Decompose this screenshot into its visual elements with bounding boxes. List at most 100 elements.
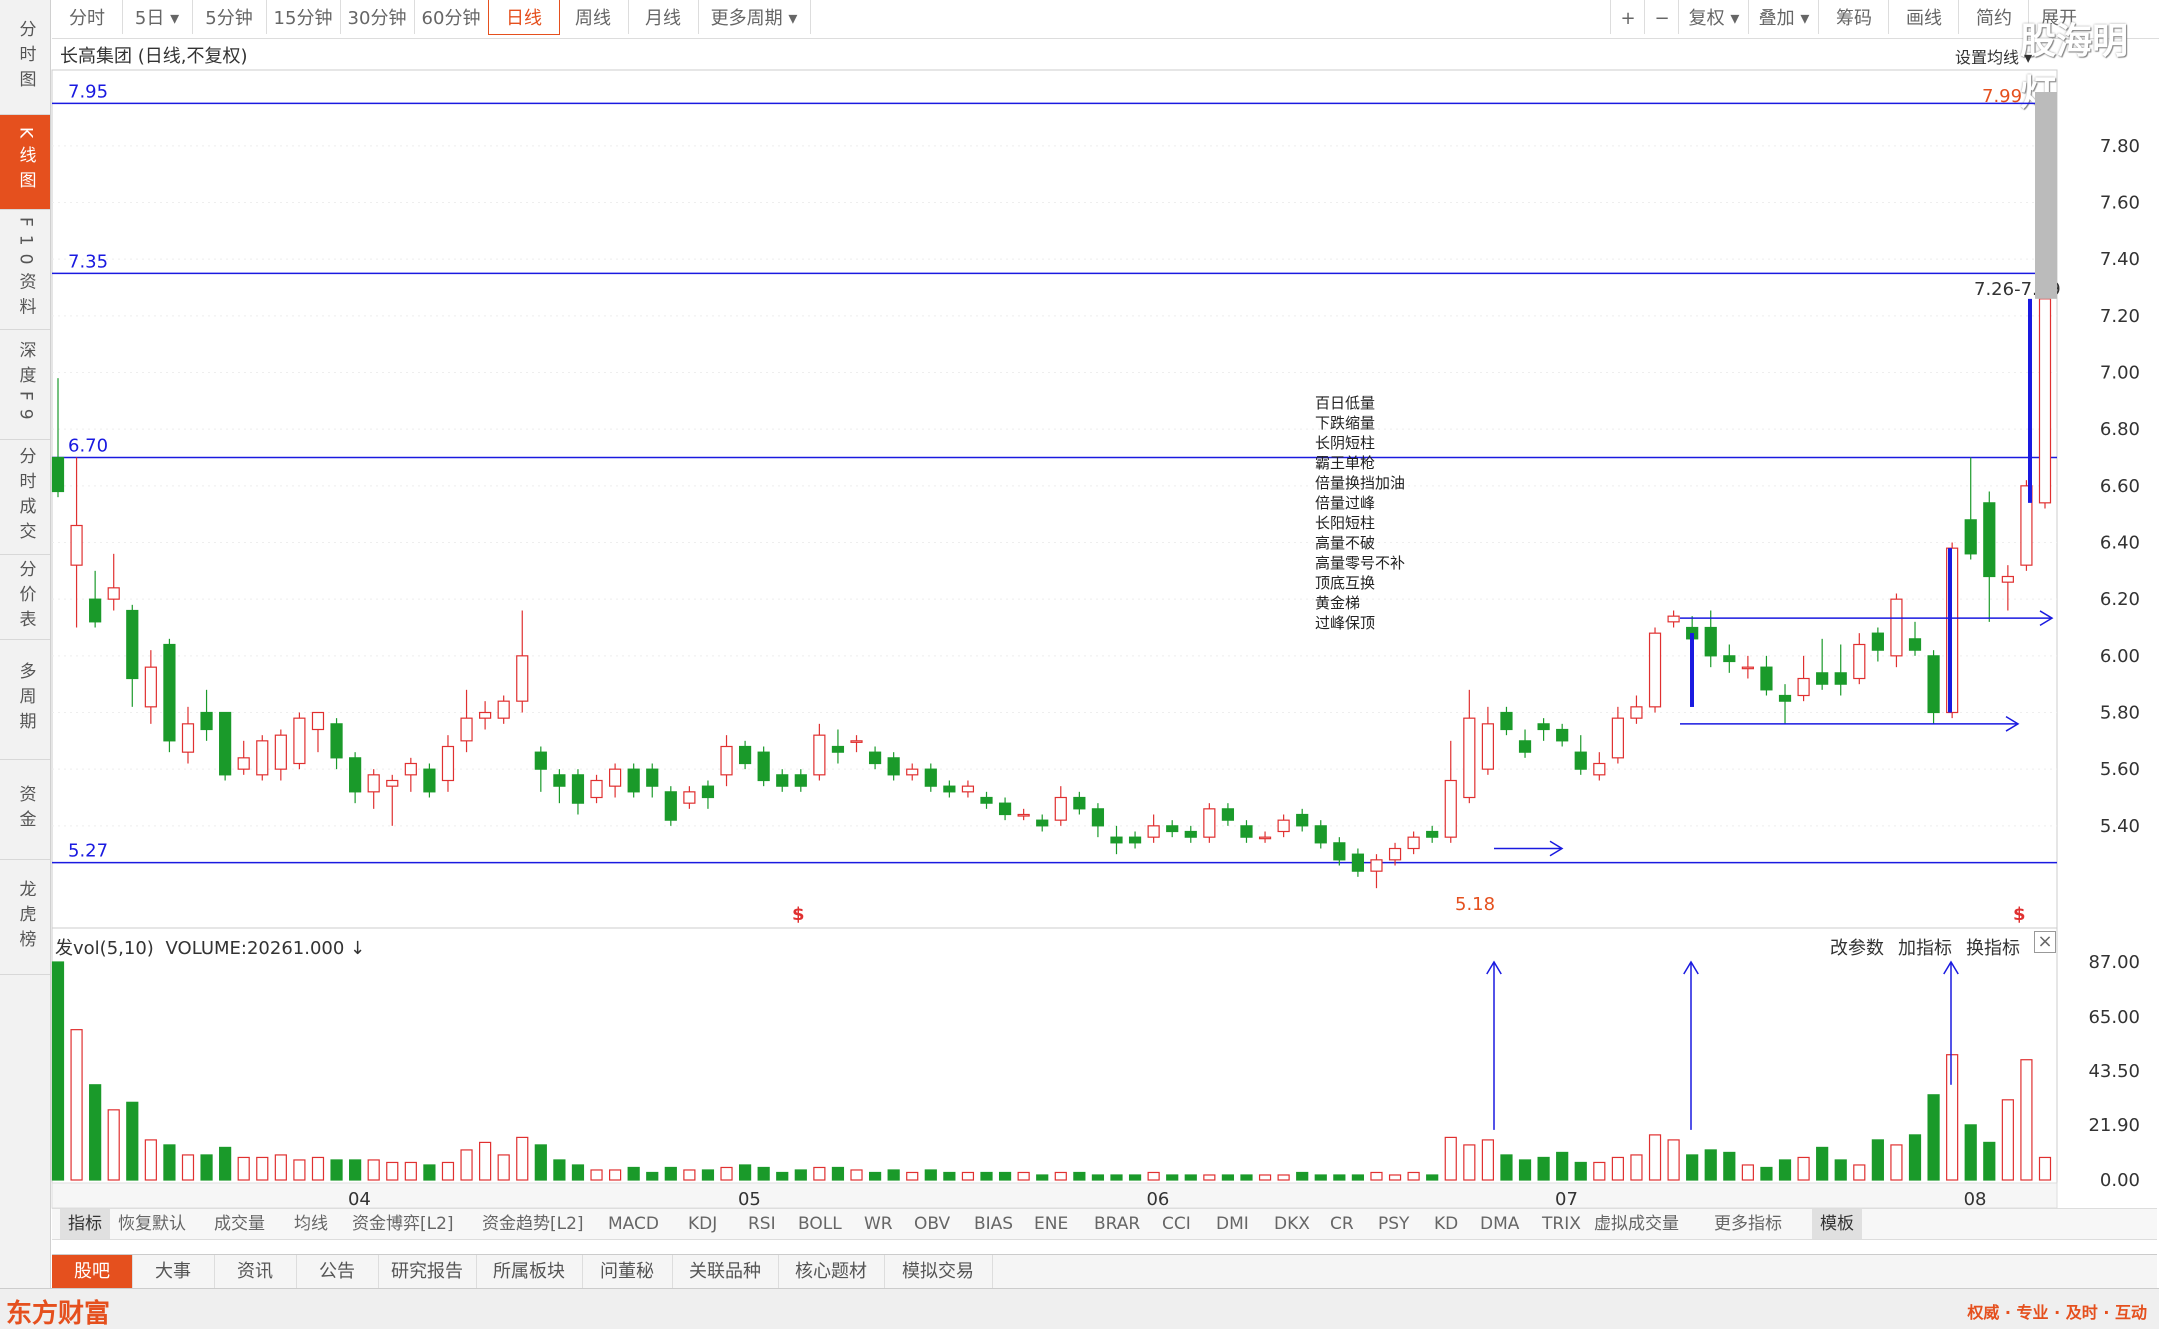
- volume-bar: [479, 1141, 492, 1181]
- candlestick-chart[interactable]: 7.80 7.60 7.40 7.20 7.00 6.80 6.60 6.40 6.20 6.00…: [0, 0, 2159, 1210]
- volume-bar: [1760, 1166, 1773, 1181]
- indicator-tab-7[interactable]: KDJ: [688, 1209, 717, 1239]
- volume-indicator-name: 发vol(5,10): [55, 938, 154, 959]
- indicator-tab-4[interactable]: 资金博弈[L2]: [352, 1209, 454, 1239]
- volume-bar: [1277, 1174, 1290, 1181]
- indicator-tab-22[interactable]: TRIX: [1542, 1209, 1581, 1239]
- bottom-tab-7[interactable]: 关联品种: [672, 1255, 779, 1289]
- volume-bar: [1426, 1174, 1439, 1181]
- change-params-link[interactable]: 改参数: [1830, 934, 1884, 960]
- indicator-tab-9[interactable]: BOLL: [798, 1209, 842, 1239]
- candle-down: [646, 768, 659, 787]
- candle-down: [1296, 813, 1309, 827]
- candle-down: [943, 785, 956, 793]
- candle-up: [2038, 298, 2052, 504]
- volume-bar: [1203, 1174, 1216, 1181]
- indicator-tab-0[interactable]: 指标: [60, 1209, 110, 1239]
- volume-bar: [1834, 1159, 1847, 1181]
- volume-bar: [497, 1154, 510, 1181]
- candle-down: [1036, 819, 1049, 827]
- bottom-tab-0[interactable]: 股吧: [52, 1255, 133, 1289]
- volume-bar: [1890, 1144, 1903, 1181]
- bottom-tab-5[interactable]: 所属板块: [476, 1255, 583, 1289]
- indicator-tab-3[interactable]: 均线: [294, 1209, 328, 1239]
- indicator-tab-25[interactable]: 模板: [1812, 1209, 1862, 1239]
- indicator-tab-13[interactable]: ENE: [1034, 1209, 1068, 1239]
- signal-label: 高量零号不补: [1315, 554, 1406, 572]
- candle-up: [144, 666, 157, 708]
- candle-down: [1426, 830, 1439, 838]
- indicator-tab-14[interactable]: BRAR: [1094, 1209, 1140, 1239]
- indicator-tab-5[interactable]: 资金趋势[L2]: [482, 1209, 584, 1239]
- bottom-tabs: 股吧 大事 资讯 公告 研究报告 所属板块 问董秘 关联品种 核心题材 模拟交易: [52, 1254, 2157, 1289]
- candle-up: [1203, 808, 1216, 838]
- volume-bar: [1853, 1164, 1866, 1181]
- switch-indicator-link[interactable]: 换指标: [1966, 934, 2020, 960]
- price-tick-label: 5.40: [2100, 816, 2140, 837]
- slogan: 权威 · 专业 · 及时 · 互动: [1967, 1303, 2147, 1322]
- indicator-tab-6[interactable]: MACD: [608, 1209, 659, 1239]
- brand-logo[interactable]: 东方财富: [6, 1293, 110, 1330]
- candle-down: [1834, 672, 1847, 685]
- candle-up: [1388, 847, 1402, 861]
- add-indicator-link[interactable]: 加指标: [1898, 934, 1952, 960]
- volume-bar: [1778, 1159, 1792, 1181]
- price-tick-label: 5.80: [2100, 703, 2140, 724]
- price-tick-label: 6.80: [2100, 419, 2140, 440]
- volume-bar: [1518, 1159, 1532, 1181]
- volume-bar: [1648, 1134, 1662, 1181]
- volume-bar: [1463, 1144, 1476, 1181]
- bottom-tab-2[interactable]: 资讯: [214, 1255, 297, 1289]
- indicator-tab-1[interactable]: 恢复默认: [118, 1209, 186, 1239]
- volume-bar: [311, 1156, 325, 1181]
- indicator-tab-18[interactable]: CR: [1330, 1209, 1354, 1239]
- indicator-tab-12[interactable]: BIAS: [974, 1209, 1013, 1239]
- indicator-tab-21[interactable]: DMA: [1480, 1209, 1519, 1239]
- volume-bar: [1333, 1174, 1346, 1181]
- indicator-tab-11[interactable]: OBV: [914, 1209, 950, 1239]
- volume-bar: [2001, 1099, 2014, 1181]
- candle-down: [200, 711, 213, 731]
- volume-bar: [980, 1171, 993, 1181]
- candle-down: [627, 768, 640, 793]
- indicator-tab-17[interactable]: DKX: [1274, 1209, 1310, 1239]
- indicator-tab-15[interactable]: CCI: [1162, 1209, 1191, 1239]
- bottom-tab-3[interactable]: 公告: [296, 1255, 379, 1289]
- bottom-tab-8[interactable]: 核心题材: [778, 1255, 885, 1289]
- candle-up: [1667, 615, 1680, 623]
- indicator-tab-20[interactable]: KD: [1434, 1209, 1458, 1239]
- indicator-tab-24[interactable]: 更多指标: [1714, 1209, 1782, 1239]
- bottom-tab-4[interactable]: 研究报告: [378, 1255, 477, 1289]
- indicator-tab-10[interactable]: WR: [864, 1209, 893, 1239]
- indicator-tab-16[interactable]: DMI: [1216, 1209, 1249, 1239]
- volume-tick-label: 43.50: [2088, 1061, 2140, 1082]
- candle-up: [906, 768, 919, 776]
- candle-down: [1556, 728, 1569, 742]
- volume-bar: [961, 1171, 975, 1181]
- volume-bar: [1630, 1154, 1643, 1181]
- volume-bar: [1481, 1139, 1494, 1181]
- volume-tick-label: 65.00: [2088, 1007, 2140, 1028]
- bottom-tab-9[interactable]: 模拟交易: [884, 1255, 993, 1289]
- indicator-tab-23[interactable]: 虚拟成交量: [1594, 1209, 1679, 1239]
- volume-bar: [1723, 1151, 1736, 1181]
- candle-up: [2001, 575, 2014, 583]
- indicator-tab-8[interactable]: RSI: [748, 1209, 776, 1239]
- candle-up: [1258, 836, 1272, 840]
- price-tick-label: 7.80: [2100, 136, 2140, 157]
- candle-up: [609, 768, 622, 787]
- volume-panel-frame: [51, 927, 2058, 1184]
- indicator-tab-2[interactable]: 成交量: [214, 1209, 265, 1239]
- signal-label: 长阴短柱: [1315, 434, 1376, 452]
- candle-down: [1314, 825, 1327, 844]
- candle-up: [813, 734, 826, 776]
- candle-down: [89, 598, 102, 623]
- month-tick-label: 06: [1146, 1189, 1169, 1210]
- bottom-tab-1[interactable]: 大事: [132, 1255, 215, 1289]
- candle-up: [1370, 859, 1383, 872]
- indicator-tab-19[interactable]: PSY: [1378, 1209, 1409, 1239]
- volume-bar: [738, 1164, 752, 1181]
- close-indicator-button[interactable]: ×: [2034, 931, 2056, 953]
- volume-bar: [1816, 1146, 1829, 1181]
- bottom-tab-6[interactable]: 问董秘: [582, 1255, 673, 1289]
